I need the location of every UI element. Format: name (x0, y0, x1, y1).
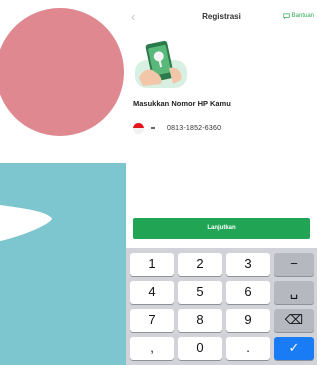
help-link[interactable]: Bantuan (282, 13, 314, 19)
numeric-keyboard: 1 2 3 − 4 5 6 ␣ 7 8 9 ⌫ , 0 . ✓ (126, 248, 317, 365)
key-1[interactable]: 1 (130, 253, 174, 276)
indonesia-flag-icon[interactable] (133, 122, 144, 134)
period-key[interactable]: . (226, 337, 270, 360)
backspace-key[interactable]: ⌫ (274, 309, 314, 332)
comma-key[interactable]: , (130, 337, 174, 360)
teal-wave-decoration (0, 163, 126, 365)
registration-screen: ‹ Registrasi Bantuan Masukkan Nomor HP K… (126, 0, 317, 365)
key-6[interactable]: 6 (226, 281, 270, 304)
decorative-background (0, 0, 126, 365)
key-0[interactable]: 0 (178, 337, 222, 360)
key-3[interactable]: 3 (226, 253, 270, 276)
minus-key[interactable]: − (274, 253, 314, 276)
help-label: Bantuan (291, 13, 314, 19)
key-9[interactable]: 9 (226, 309, 270, 332)
chat-bubble-icon (282, 13, 290, 19)
phone-number-heading: Masukkan Nomor HP Kamu (133, 99, 231, 108)
space-key[interactable]: ␣ (274, 281, 314, 304)
phone-number-field[interactable]: 0813-1852-6360 (167, 125, 221, 132)
done-key[interactable]: ✓ (274, 337, 314, 360)
phone-input-row[interactable]: 0813-1852-6360 (133, 122, 221, 134)
key-8[interactable]: 8 (178, 309, 222, 332)
top-bar: ‹ Registrasi Bantuan (126, 0, 317, 36)
country-dropdown-icon[interactable] (151, 127, 155, 129)
key-5[interactable]: 5 (178, 281, 222, 304)
pink-circle-decoration (0, 8, 124, 136)
continue-button[interactable]: Lanjutkan (133, 218, 310, 239)
key-4[interactable]: 4 (130, 281, 174, 304)
phone-hand-illustration (135, 40, 187, 88)
key-2[interactable]: 2 (178, 253, 222, 276)
key-7[interactable]: 7 (130, 309, 174, 332)
